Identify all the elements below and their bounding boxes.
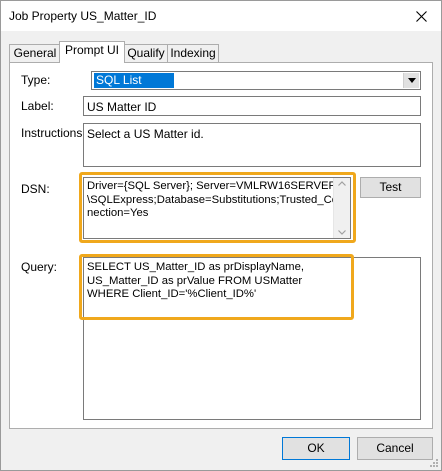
scroll-down-icon[interactable] — [338, 230, 346, 235]
type-label: Type: — [21, 73, 51, 87]
chevron-down-icon[interactable] — [403, 73, 419, 88]
type-select[interactable]: SQL List — [91, 71, 421, 90]
tab-general[interactable]: General — [9, 44, 61, 62]
cancel-button[interactable]: Cancel — [357, 437, 433, 460]
test-button[interactable]: Test — [360, 177, 421, 198]
label-label: Label: — [21, 99, 54, 113]
query-label: Query: — [21, 260, 58, 274]
label-input[interactable]: US Matter ID — [83, 96, 421, 116]
query-textarea[interactable]: SELECT US_Matter_ID as prDisplayName, US… — [83, 257, 421, 420]
instructions-input[interactable]: Select a US Matter id. — [83, 123, 421, 167]
close-icon[interactable] — [402, 2, 440, 30]
window-title: Job Property US_Matter_ID — [9, 9, 157, 23]
scroll-up-icon[interactable] — [338, 181, 346, 186]
dsn-textarea[interactable]: Driver={SQL Server}; Server=VMLRW16SERVE… — [83, 177, 351, 239]
dsn-label: DSN: — [21, 182, 50, 196]
dsn-value: Driver={SQL Server}; Server=VMLRW16SERVE… — [87, 180, 345, 219]
resize-grip-icon[interactable] — [429, 458, 439, 468]
instructions-input-value: Select a US Matter id. — [87, 127, 204, 141]
type-selected-value: SQL List — [94, 73, 174, 88]
label-input-value: US Matter ID — [87, 100, 157, 114]
instructions-label: Instructions: — [21, 126, 86, 140]
tab-indexing[interactable]: Indexing — [167, 44, 219, 62]
title-bar: Job Property US_Matter_ID — [1, 1, 441, 31]
dialog-window: Job Property US_Matter_ID General Prompt… — [0, 0, 442, 471]
dsn-scrollbar[interactable] — [333, 178, 350, 238]
query-value: SELECT US_Matter_ID as prDisplayName, US… — [87, 261, 305, 300]
tab-prompt-ui[interactable]: Prompt UI — [59, 41, 125, 63]
prompt-ui-panel: Type: SQL List Label: US Matter ID Instr… — [9, 62, 433, 429]
ok-button[interactable]: OK — [282, 437, 350, 460]
tab-qualify[interactable]: Qualify — [123, 44, 169, 62]
